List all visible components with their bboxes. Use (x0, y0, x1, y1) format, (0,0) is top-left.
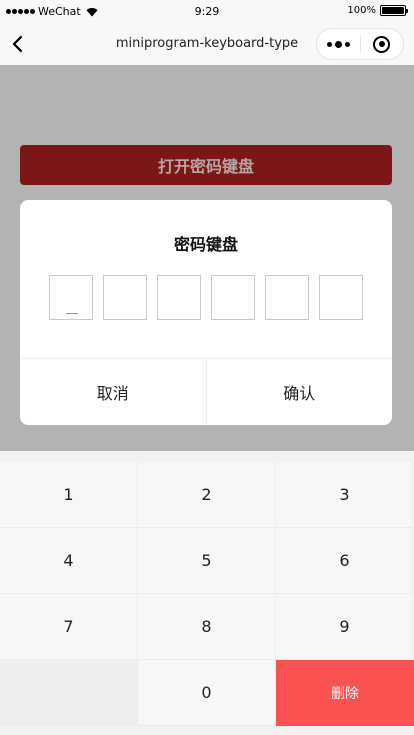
close-target-icon[interactable] (361, 29, 403, 59)
status-right: 100% (347, 5, 408, 16)
key-blank (0, 660, 138, 726)
status-bar: WeChat 9:29 100% (0, 0, 414, 24)
cancel-button[interactable]: 取消 (20, 359, 206, 425)
password-input-row (49, 275, 363, 320)
battery-percent: 100% (347, 5, 376, 16)
password-box[interactable] (319, 275, 363, 320)
key-5[interactable]: 5 (138, 528, 276, 594)
key-4[interactable]: 4 (0, 528, 138, 594)
open-password-keyboard-button[interactable]: 打开密码键盘 (20, 145, 392, 185)
dialog-actions: 取消 确认 (20, 358, 392, 425)
page-overlay: 打开密码键盘 密码键盘 取消 确认 (0, 65, 414, 451)
confirm-button[interactable]: 确认 (207, 359, 393, 425)
key-8[interactable]: 8 (138, 594, 276, 660)
navigation-bar: miniprogram-keyboard-type (0, 24, 414, 65)
dialog-title: 密码键盘 (173, 235, 238, 254)
password-dialog: 密码键盘 取消 确认 (20, 200, 392, 425)
password-box[interactable] (211, 275, 255, 320)
key-0[interactable]: 0 (138, 660, 276, 726)
mini-program-capsule (316, 28, 404, 60)
keypad-top-strip (0, 451, 414, 462)
key-9[interactable]: 9 (276, 594, 414, 660)
delete-key[interactable]: 删除 (276, 660, 414, 726)
password-box[interactable] (49, 275, 93, 320)
key-2[interactable]: 2 (138, 462, 276, 528)
password-box[interactable] (157, 275, 201, 320)
password-box[interactable] (103, 275, 147, 320)
numeric-keypad: 1 2 3 4 5 6 7 8 9 0 删除 (0, 462, 414, 726)
battery-icon (380, 5, 408, 16)
bottom-strip (0, 726, 414, 735)
key-6[interactable]: 6 (276, 528, 414, 594)
key-3[interactable]: 3 (276, 462, 414, 528)
password-box[interactable] (265, 275, 309, 320)
key-1[interactable]: 1 (0, 462, 138, 528)
more-dots-icon[interactable] (317, 29, 360, 59)
key-7[interactable]: 7 (0, 594, 138, 660)
